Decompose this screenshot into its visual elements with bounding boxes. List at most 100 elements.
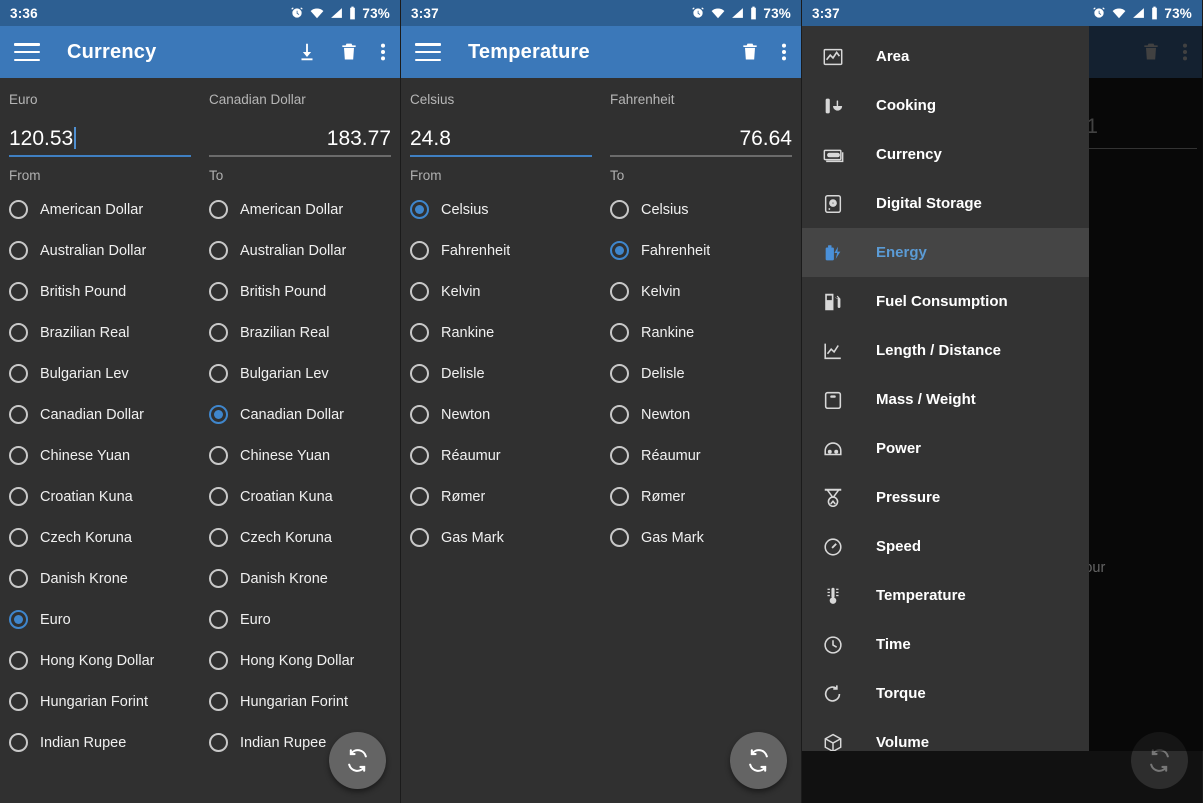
radio-button[interactable] (410, 282, 429, 301)
drawer-item-pressure[interactable]: Pressure (802, 473, 1089, 522)
radio-option[interactable]: Croatian Kuna (9, 476, 200, 517)
radio-button[interactable] (410, 323, 429, 342)
radio-option[interactable]: Rømer (410, 476, 601, 517)
radio-button[interactable] (209, 323, 228, 342)
radio-option[interactable]: Chinese Yuan (209, 435, 400, 476)
radio-button[interactable] (410, 528, 429, 547)
radio-button[interactable] (209, 446, 228, 465)
radio-button[interactable] (209, 733, 228, 752)
currency-to-field[interactable]: Canadian Dollar 183.77 (200, 78, 400, 157)
radio-button[interactable] (209, 364, 228, 383)
radio-option[interactable]: Euro (9, 599, 200, 640)
radio-button[interactable] (9, 364, 28, 383)
radio-option[interactable]: British Pound (209, 271, 400, 312)
refresh-icon[interactable] (329, 732, 386, 789)
radio-option[interactable]: Chinese Yuan (9, 435, 200, 476)
radio-option[interactable]: Croatian Kuna (209, 476, 400, 517)
radio-button[interactable] (610, 528, 629, 547)
radio-option[interactable]: Australian Dollar (9, 230, 200, 271)
radio-option[interactable]: Hong Kong Dollar (9, 640, 200, 681)
radio-button[interactable] (209, 487, 228, 506)
radio-option[interactable]: Kelvin (610, 271, 801, 312)
radio-button[interactable] (209, 405, 228, 424)
radio-option[interactable]: Réaumur (410, 435, 601, 476)
radio-option[interactable]: Rankine (410, 312, 601, 353)
drawer-item-volume[interactable]: Volume (802, 718, 1089, 751)
menu-icon[interactable] (415, 43, 441, 61)
radio-button[interactable] (610, 487, 629, 506)
download-icon[interactable] (296, 41, 318, 63)
radio-button[interactable] (209, 651, 228, 670)
delete-icon[interactable] (1141, 41, 1161, 63)
drawer-item-mass-weight[interactable]: Mass / Weight (802, 375, 1089, 424)
radio-option[interactable]: Delisle (410, 353, 601, 394)
temperature-from-field[interactable]: Celsius 24.8 (401, 78, 601, 157)
radio-button[interactable] (9, 282, 28, 301)
overflow-menu-icon[interactable] (1182, 41, 1188, 63)
currency-from-input[interactable]: 120.53 (9, 127, 191, 149)
radio-option[interactable]: Danish Krone (9, 558, 200, 599)
radio-button[interactable] (9, 323, 28, 342)
radio-option[interactable]: Réaumur (610, 435, 801, 476)
currency-from-field[interactable]: Euro 120.53 (0, 78, 200, 157)
radio-option[interactable]: Gas Mark (410, 517, 601, 558)
radio-button[interactable] (209, 200, 228, 219)
radio-button[interactable] (9, 569, 28, 588)
radio-option[interactable]: Czech Koruna (9, 517, 200, 558)
overflow-menu-icon[interactable] (781, 41, 787, 63)
radio-button[interactable] (410, 487, 429, 506)
drawer-item-torque[interactable]: Torque (802, 669, 1089, 718)
radio-option[interactable]: American Dollar (209, 189, 400, 230)
radio-button[interactable] (610, 323, 629, 342)
radio-option[interactable]: Brazilian Real (9, 312, 200, 353)
radio-option[interactable]: Danish Krone (209, 558, 400, 599)
radio-button[interactable] (9, 651, 28, 670)
drawer-item-length-distance[interactable]: Length / Distance (802, 326, 1089, 375)
radio-button[interactable] (610, 446, 629, 465)
radio-button[interactable] (410, 200, 429, 219)
radio-option[interactable]: Canadian Dollar (9, 394, 200, 435)
radio-option[interactable]: Indian Rupee (9, 722, 200, 763)
drawer-item-fuel-consumption[interactable]: Fuel Consumption (802, 277, 1089, 326)
radio-button[interactable] (610, 241, 629, 260)
radio-button[interactable] (9, 405, 28, 424)
radio-option[interactable]: Rømer (610, 476, 801, 517)
radio-button[interactable] (610, 364, 629, 383)
radio-option[interactable]: Euro (209, 599, 400, 640)
radio-button[interactable] (209, 610, 228, 629)
radio-button[interactable] (9, 528, 28, 547)
radio-button[interactable] (610, 405, 629, 424)
drawer-item-digital-storage[interactable]: Digital Storage (802, 179, 1089, 228)
radio-option[interactable]: Czech Koruna (209, 517, 400, 558)
radio-button[interactable] (209, 282, 228, 301)
radio-option[interactable]: Hungarian Forint (9, 681, 200, 722)
radio-button[interactable] (9, 200, 28, 219)
drawer-item-power[interactable]: Power (802, 424, 1089, 473)
drawer-item-cooking[interactable]: Cooking (802, 81, 1089, 130)
refresh-icon[interactable] (730, 732, 787, 789)
radio-option[interactable]: Delisle (610, 353, 801, 394)
temperature-from-input[interactable]: 24.8 (410, 128, 592, 149)
radio-option[interactable]: Canadian Dollar (209, 394, 400, 435)
radio-option[interactable]: Newton (610, 394, 801, 435)
menu-icon[interactable] (14, 43, 40, 61)
radio-option[interactable]: American Dollar (9, 189, 200, 230)
radio-option[interactable]: Celsius (610, 189, 801, 230)
radio-option[interactable]: Australian Dollar (209, 230, 400, 271)
radio-button[interactable] (9, 446, 28, 465)
radio-button[interactable] (410, 241, 429, 260)
radio-option[interactable]: Rankine (610, 312, 801, 353)
temperature-to-field[interactable]: Fahrenheit 76.64 (601, 78, 801, 157)
radio-button[interactable] (9, 241, 28, 260)
drawer-item-area[interactable]: Area (802, 32, 1089, 81)
drawer-item-temperature[interactable]: Temperature (802, 571, 1089, 620)
drawer-item-energy[interactable]: Energy (802, 228, 1089, 277)
drawer-item-currency[interactable]: Currency (802, 130, 1089, 179)
radio-button[interactable] (410, 405, 429, 424)
radio-button[interactable] (410, 446, 429, 465)
delete-icon[interactable] (339, 41, 359, 63)
radio-button[interactable] (9, 692, 28, 711)
radio-button[interactable] (209, 692, 228, 711)
radio-button[interactable] (9, 487, 28, 506)
radio-option[interactable]: British Pound (9, 271, 200, 312)
